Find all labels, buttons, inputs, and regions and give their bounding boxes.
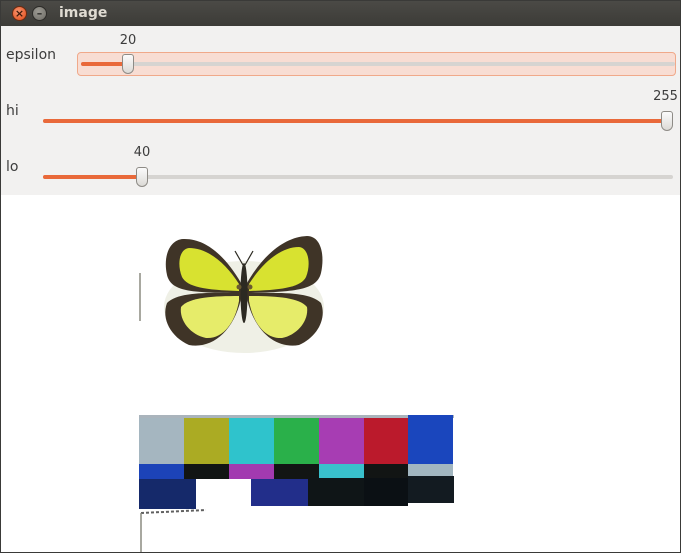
slider-fill [43, 119, 673, 123]
slider-label: lo [6, 159, 19, 175]
slider-value: 20 [119, 33, 137, 48]
hi-slider[interactable] [43, 111, 673, 131]
slider-handle[interactable] [661, 111, 673, 131]
color-chart-image [139, 415, 454, 552]
trackbar-panel: epsilon 20 hi 255 lo 40 [1, 26, 680, 195]
slider-row-epsilon: epsilon 20 [1, 26, 680, 82]
epsilon-slider[interactable] [81, 54, 675, 74]
image-canvas [139, 236, 454, 552]
slider-fill [43, 175, 142, 179]
butterfly-image [139, 236, 324, 353]
title-bar: × – image [1, 1, 680, 26]
close-icon[interactable]: × [12, 6, 27, 21]
app-window: × – image epsilon 20 hi 255 lo 40 [0, 0, 681, 553]
slider-value: 255 [653, 89, 678, 104]
slider-row-lo: lo 40 [1, 138, 680, 194]
window-title: image [59, 5, 108, 21]
slider-handle[interactable] [136, 167, 148, 187]
slider-label: hi [6, 103, 19, 119]
slider-label: epsilon [6, 47, 57, 63]
slider-row-hi: hi 255 [1, 82, 680, 138]
minimize-icon[interactable]: – [32, 6, 47, 21]
image-display [1, 195, 680, 552]
lo-slider[interactable] [43, 167, 673, 187]
slider-fill [81, 62, 128, 66]
slider-value: 40 [133, 145, 151, 160]
slider-handle[interactable] [122, 54, 134, 74]
